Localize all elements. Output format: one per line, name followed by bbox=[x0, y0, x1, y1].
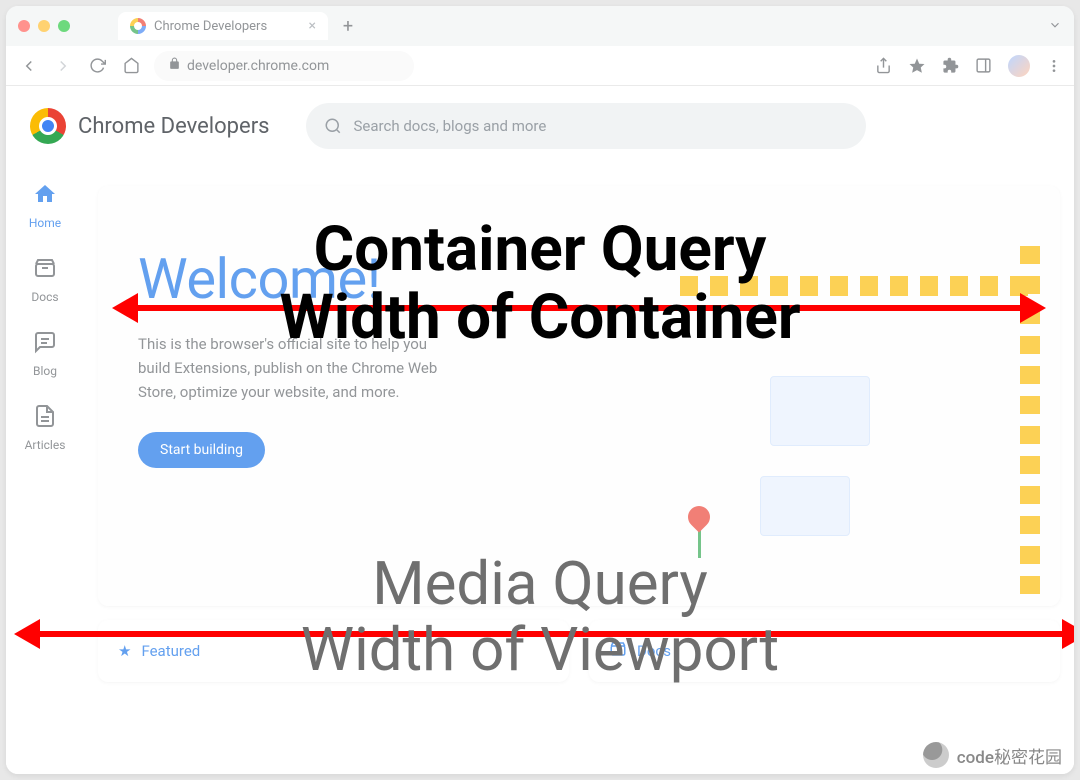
start-building-button[interactable]: Start building bbox=[138, 432, 265, 468]
sidebar-label: Articles bbox=[25, 438, 66, 452]
panel-shape-icon bbox=[770, 376, 870, 446]
reload-button[interactable] bbox=[86, 55, 108, 77]
archive-icon bbox=[609, 640, 627, 662]
browser-window: Chrome Developers × + developer.chrome.c… bbox=[6, 6, 1074, 774]
sidebar-item-home[interactable]: Home bbox=[16, 176, 74, 236]
panel-shape-icon bbox=[760, 476, 850, 536]
search-icon bbox=[324, 117, 342, 135]
sidebar-label: Home bbox=[29, 216, 61, 230]
wechat-icon bbox=[923, 742, 949, 768]
forward-button[interactable] bbox=[52, 55, 74, 77]
close-tab-icon[interactable]: × bbox=[309, 18, 316, 34]
window-minimize-dot[interactable] bbox=[38, 20, 50, 32]
back-button[interactable] bbox=[18, 55, 40, 77]
flower-icon bbox=[688, 506, 710, 558]
site-header: Chrome Developers Search docs, blogs and… bbox=[6, 86, 1074, 166]
url-text: developer.chrome.com bbox=[187, 58, 329, 74]
search-placeholder: Search docs, blogs and more bbox=[354, 117, 547, 135]
page-content: Chrome Developers Search docs, blogs and… bbox=[6, 86, 1074, 774]
watermark: code秘密花园 bbox=[923, 742, 1062, 768]
featured-label: Featured bbox=[141, 642, 200, 660]
chrome-favicon-icon bbox=[130, 18, 146, 34]
docs-card[interactable]: Docs bbox=[589, 620, 1060, 682]
profile-avatar[interactable] bbox=[1008, 55, 1030, 77]
chrome-logo-icon bbox=[30, 108, 66, 144]
share-icon[interactable] bbox=[875, 57, 892, 74]
address-input[interactable]: developer.chrome.com bbox=[154, 51, 414, 81]
window-maximize-dot[interactable] bbox=[58, 20, 70, 32]
bottom-card-row: ★ Featured Docs bbox=[98, 620, 1060, 682]
viewport-width-arrow bbox=[36, 631, 1066, 637]
toolbar-right bbox=[875, 55, 1062, 77]
browser-tab[interactable]: Chrome Developers × bbox=[118, 12, 328, 40]
chat-icon bbox=[33, 330, 57, 360]
site-search-input[interactable]: Search docs, blogs and more bbox=[306, 103, 866, 149]
star-icon: ★ bbox=[118, 642, 131, 660]
hero-illustration bbox=[630, 216, 1050, 556]
expand-tabs-icon[interactable] bbox=[1048, 17, 1062, 36]
browser-toolbar: developer.chrome.com bbox=[6, 46, 1074, 86]
window-titlebar: Chrome Developers × + bbox=[6, 6, 1074, 46]
sidebar-label: Docs bbox=[31, 290, 58, 304]
sidebar-item-blog[interactable]: Blog bbox=[16, 324, 74, 384]
sidebar-item-articles[interactable]: Articles bbox=[16, 398, 74, 458]
brand[interactable]: Chrome Developers bbox=[30, 108, 270, 144]
crane-beam-icon bbox=[680, 276, 1040, 296]
window-close-dot[interactable] bbox=[18, 20, 30, 32]
extensions-icon[interactable] bbox=[942, 57, 959, 74]
tab-title: Chrome Developers bbox=[154, 19, 267, 34]
watermark-text: code秘密花园 bbox=[957, 743, 1062, 768]
sidebar: Home Docs Blog Articles bbox=[6, 86, 84, 774]
home-button[interactable] bbox=[120, 55, 142, 77]
featured-card[interactable]: ★ Featured bbox=[98, 620, 569, 682]
main-region: Welcome! This is the browser's official … bbox=[84, 86, 1074, 774]
new-tab-button[interactable]: + bbox=[334, 12, 362, 40]
container-width-arrow bbox=[134, 305, 1024, 311]
sidebar-label: Blog bbox=[33, 364, 57, 378]
lock-icon bbox=[168, 57, 181, 74]
brand-title: Chrome Developers bbox=[78, 114, 270, 139]
sidepanel-icon[interactable] bbox=[975, 57, 992, 74]
sidebar-item-docs[interactable]: Docs bbox=[16, 250, 74, 310]
home-icon bbox=[33, 182, 57, 212]
kebab-menu-icon[interactable] bbox=[1046, 58, 1062, 74]
archive-icon bbox=[33, 256, 57, 286]
hero-description: This is the browser's official site to h… bbox=[138, 332, 438, 404]
bookmark-star-icon[interactable] bbox=[908, 57, 926, 75]
docs-label: Docs bbox=[637, 642, 671, 660]
doc-icon bbox=[33, 404, 57, 434]
hero-card: Welcome! This is the browser's official … bbox=[98, 186, 1060, 606]
